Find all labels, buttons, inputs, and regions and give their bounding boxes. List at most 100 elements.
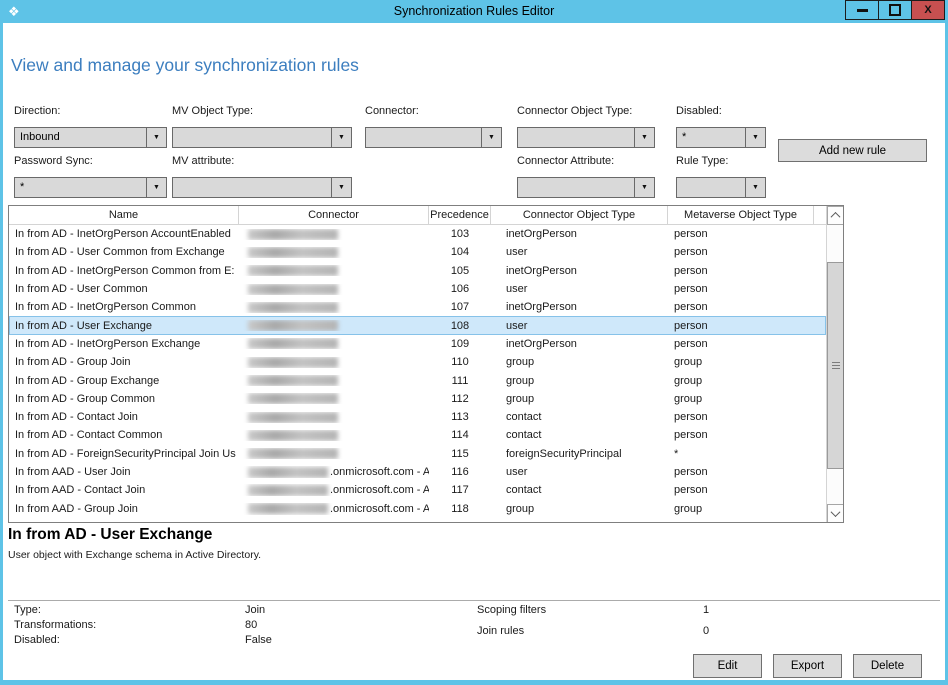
title-bar[interactable]: ❖ Synchronization Rules Editor X bbox=[0, 0, 948, 23]
filter-direction-label: Direction: bbox=[14, 105, 167, 119]
filter-password-sync: Password Sync: * ▼ bbox=[14, 155, 167, 198]
table-row[interactable]: In from AD - InetOrgPerson Common107inet… bbox=[9, 298, 826, 316]
rule-type-select[interactable]: ▼ bbox=[676, 177, 766, 198]
cell-name: In from AAD - Contact Join bbox=[9, 484, 239, 496]
column-header[interactable]: Name bbox=[9, 206, 239, 224]
cell-mot: group bbox=[668, 375, 814, 387]
chevron-down-icon[interactable]: ▼ bbox=[481, 128, 501, 147]
filter-connector-attribute-label: Connector Attribute: bbox=[517, 155, 655, 169]
connector-visible-text: M365x828196.onmicrosoft.com - AAD bbox=[248, 521, 429, 523]
cell-cot: inetOrgPerson bbox=[491, 265, 668, 277]
table-row[interactable]: In from AD - InetOrgPerson Exchange109in… bbox=[9, 335, 826, 353]
table-row[interactable]: In from AAD - User Join.onmicrosoft.com … bbox=[9, 463, 826, 481]
cell-name: In from AD - User Exchange bbox=[9, 320, 239, 332]
chevron-down-icon[interactable]: ▼ bbox=[331, 128, 351, 147]
cell-name: In from AAD - User NGCKey bbox=[9, 521, 239, 523]
table-row-selected[interactable]: In from AD - User Exchange108userperson bbox=[9, 316, 826, 334]
chevron-down-icon[interactable]: ▼ bbox=[146, 128, 166, 147]
table-row[interactable]: In from AD - ForeignSecurityPrincipal Jo… bbox=[9, 445, 826, 463]
cell-cot: user bbox=[491, 246, 668, 258]
filter-connector-label: Connector: bbox=[365, 105, 502, 119]
table-row[interactable]: In from AD - Group Join110groupgroup bbox=[9, 353, 826, 371]
chevron-down-icon[interactable]: ▼ bbox=[146, 178, 166, 197]
table-row[interactable]: In from AAD - Group Join.onmicrosoft.com… bbox=[9, 499, 826, 517]
column-header[interactable]: Connector bbox=[239, 206, 429, 224]
connector-object-type-select[interactable]: ▼ bbox=[517, 127, 655, 148]
redacted-connector-blur bbox=[248, 265, 338, 276]
disabled-select[interactable]: * ▼ bbox=[676, 127, 766, 148]
cell-mot: person bbox=[668, 338, 814, 350]
password-sync-select[interactable]: * ▼ bbox=[14, 177, 167, 198]
filter-direction: Direction: Inbound ▼ bbox=[14, 105, 167, 148]
direction-select[interactable]: Inbound ▼ bbox=[14, 127, 167, 148]
cell-mot: person bbox=[668, 466, 814, 478]
cell-name: In from AD - User Common from Exchange bbox=[9, 246, 239, 258]
close-button[interactable]: X bbox=[911, 0, 945, 20]
cell-name: In from AD - InetOrgPerson Common from E… bbox=[9, 265, 239, 277]
redacted-connector-blur bbox=[248, 229, 338, 240]
chevron-down-icon[interactable]: ▼ bbox=[745, 128, 765, 147]
table-row[interactable]: In from AD - Contact Common114contactper… bbox=[9, 426, 826, 444]
cell-prec: 114 bbox=[429, 429, 491, 441]
password-sync-value: * bbox=[15, 178, 146, 197]
cell-cot: inetOrgPerson bbox=[491, 301, 668, 313]
table-row[interactable]: In from AD - Group Common112groupgroup bbox=[9, 390, 826, 408]
cell-cot: group bbox=[491, 393, 668, 405]
chevron-down-icon[interactable]: ▼ bbox=[745, 178, 765, 197]
filter-mv-object-type-label: MV Object Type: bbox=[172, 105, 352, 119]
scroll-up-button[interactable] bbox=[827, 206, 844, 225]
chevron-down-icon[interactable]: ▼ bbox=[331, 178, 351, 197]
cell-conn bbox=[239, 320, 429, 331]
cell-conn bbox=[239, 448, 429, 459]
scrollbar-thumb[interactable] bbox=[827, 262, 844, 469]
maximize-button[interactable] bbox=[878, 0, 912, 20]
scoping-filters-value: 1 bbox=[703, 604, 709, 616]
edit-button[interactable]: Edit bbox=[693, 654, 762, 678]
column-header[interactable]: Metaverse Object Type bbox=[668, 206, 814, 224]
export-button[interactable]: Export bbox=[773, 654, 842, 678]
table-row[interactable]: In from AD - User Common106userperson bbox=[9, 280, 826, 298]
cell-conn bbox=[239, 338, 429, 349]
mv-attribute-select[interactable]: ▼ bbox=[172, 177, 352, 198]
column-header[interactable]: Precedence bbox=[429, 206, 491, 224]
filter-rule-type: Rule Type: ▼ bbox=[676, 155, 766, 198]
table-row[interactable]: In from AAD - User NGCKey M365x828196.onm… bbox=[9, 518, 826, 523]
redacted-connector-blur bbox=[248, 284, 338, 295]
cell-mot: group bbox=[668, 356, 814, 368]
chevron-down-icon[interactable]: ▼ bbox=[634, 128, 654, 147]
cell-conn bbox=[239, 284, 429, 295]
cell-name: In from AD - Contact Common bbox=[9, 429, 239, 441]
cell-conn bbox=[239, 393, 429, 404]
table-row[interactable]: In from AD - Contact Join113contactperso… bbox=[9, 408, 826, 426]
column-header[interactable]: Connector Object Type bbox=[491, 206, 668, 224]
table-row[interactable]: In from AAD - Contact Join.onmicrosoft.c… bbox=[9, 481, 826, 499]
chevron-down-icon[interactable]: ▼ bbox=[634, 178, 654, 197]
cell-name: In from AAD - Group Join bbox=[9, 503, 239, 515]
cell-prec: 107 bbox=[429, 301, 491, 313]
table-row[interactable]: In from AD - Group Exchange111groupgroup bbox=[9, 371, 826, 389]
cell-mot: group bbox=[668, 393, 814, 405]
redacted-connector-blur bbox=[248, 503, 328, 514]
scroll-down-button[interactable] bbox=[827, 504, 844, 523]
vertical-scrollbar[interactable] bbox=[826, 206, 844, 523]
cell-prec: 106 bbox=[429, 283, 491, 295]
connector-visible-text: .onmicrosoft.com - AAD bbox=[330, 466, 429, 478]
cell-prec: 113 bbox=[429, 411, 491, 423]
table-row[interactable]: In from AD - User Common from Exchange10… bbox=[9, 243, 826, 261]
cell-cot: user bbox=[491, 283, 668, 295]
cell-conn: .onmicrosoft.com - AAD bbox=[239, 503, 429, 515]
minimize-button[interactable] bbox=[845, 0, 879, 20]
mv-object-type-select[interactable]: ▼ bbox=[172, 127, 352, 148]
rule-type-value bbox=[677, 178, 745, 197]
table-row[interactable]: In from AD - InetOrgPerson AccountEnable… bbox=[9, 225, 826, 243]
cell-name: In from AD - User Common bbox=[9, 283, 239, 295]
table-row[interactable]: In from AD - InetOrgPerson Common from E… bbox=[9, 262, 826, 280]
connector-attribute-select[interactable]: ▼ bbox=[517, 177, 655, 198]
cell-mot: person bbox=[668, 265, 814, 277]
filter-connector-attribute: Connector Attribute: ▼ bbox=[517, 155, 655, 198]
connector-select[interactable]: ▼ bbox=[365, 127, 502, 148]
delete-button[interactable]: Delete bbox=[853, 654, 922, 678]
add-new-rule-button[interactable]: Add new rule bbox=[778, 139, 927, 162]
mv-attribute-value bbox=[173, 178, 331, 197]
cell-mot: group bbox=[668, 503, 814, 515]
